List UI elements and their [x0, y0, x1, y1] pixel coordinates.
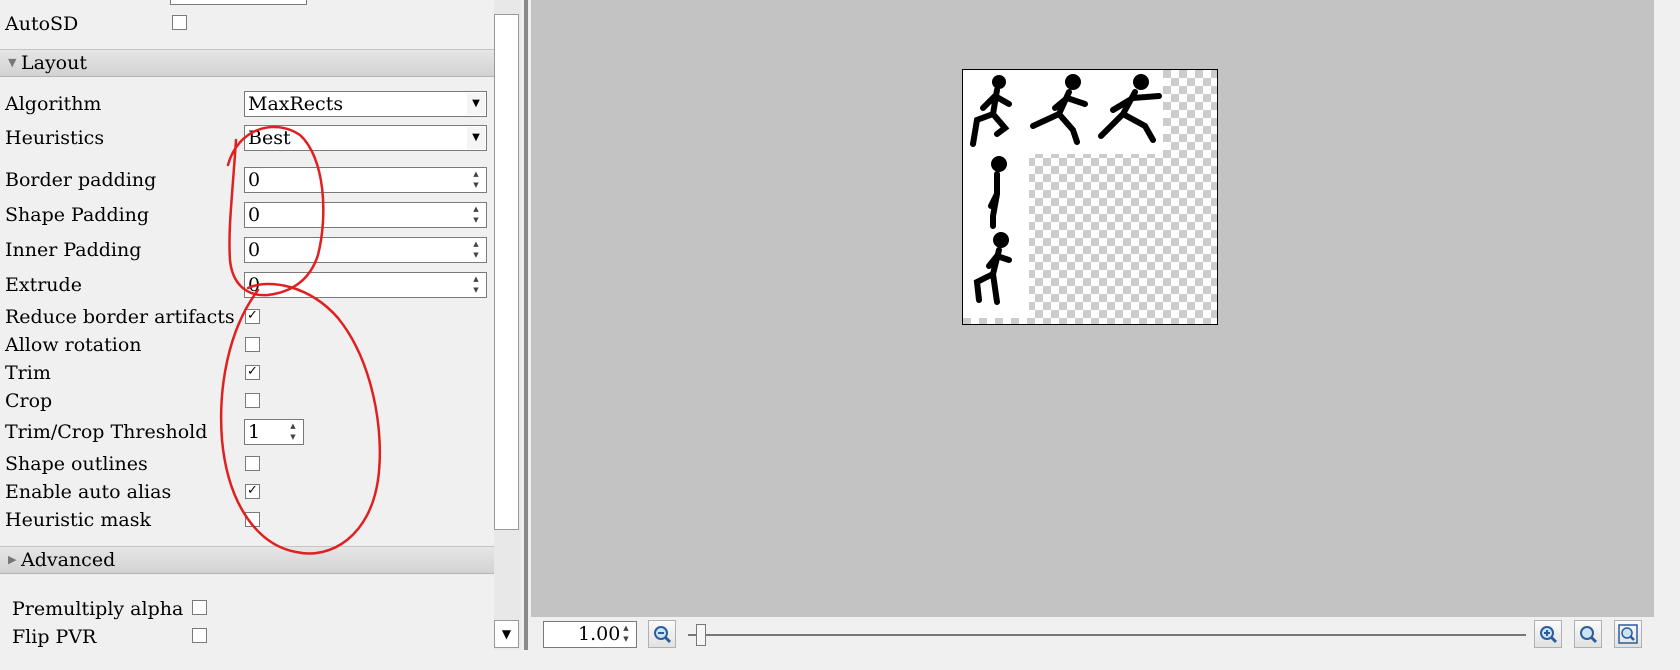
top-clipped-combo[interactable] — [170, 0, 307, 5]
zoom-slider-track — [688, 634, 1526, 636]
spin-arrows-icon[interactable]: ▲ ▼ — [284, 421, 302, 443]
shape-outlines-label: Shape outlines — [5, 453, 148, 475]
heuristics-select[interactable]: Best ▼ — [244, 125, 487, 151]
premultiply-alpha-checkbox[interactable] — [192, 600, 207, 615]
spin-arrows-icon[interactable]: ▲ ▼ — [467, 239, 485, 261]
shape-padding-value: 0 — [248, 204, 261, 226]
preview-canvas[interactable] — [531, 0, 1654, 617]
allow-rotation-checkbox[interactable] — [245, 337, 260, 352]
allow-rotation-label: Allow rotation — [5, 334, 142, 356]
zoom-fit-icon — [1618, 624, 1638, 644]
zoom-out-button[interactable] — [648, 620, 676, 648]
trim-crop-threshold-spinbox[interactable]: 1 ▲ ▼ — [244, 419, 304, 445]
heuristic-mask-checkbox[interactable] — [245, 512, 260, 527]
algorithm-label: Algorithm — [5, 93, 102, 115]
spin-arrows-icon[interactable]: ▲ ▼ — [467, 204, 485, 226]
inner-padding-spinbox[interactable]: 0 ▲ ▼ — [244, 237, 487, 263]
layout-section-title: Layout — [21, 52, 87, 74]
trim-crop-threshold-label: Trim/Crop Threshold — [5, 421, 208, 443]
scrollbar-thumb[interactable] — [494, 14, 519, 530]
heuristic-mask-label: Heuristic mask — [5, 509, 151, 531]
inner-padding-value: 0 — [248, 239, 261, 261]
border-padding-value: 0 — [248, 169, 261, 191]
zoom-slider[interactable] — [688, 620, 1526, 650]
zoom-in-button[interactable] — [1534, 620, 1562, 648]
shape-outlines-checkbox[interactable] — [245, 456, 260, 471]
zoom-spinbox[interactable]: 1.00 ▲ ▼ — [543, 621, 637, 648]
zoom-actual-icon — [1580, 626, 1598, 644]
settings-panel: AutoSD ▼ Layout Algorithm MaxRects ▼ Heu… — [0, 0, 494, 650]
collapsed-arrow-icon: ▶ — [8, 553, 17, 566]
enable-auto-alias-label: Enable auto alias — [5, 481, 172, 503]
zoom-in-icon — [1540, 626, 1558, 644]
algorithm-select[interactable]: MaxRects ▼ — [244, 91, 487, 117]
extrude-label: Extrude — [5, 274, 82, 296]
advanced-section-header[interactable]: ▶ Advanced — [0, 546, 494, 574]
zoom-out-icon — [654, 626, 672, 644]
border-padding-label: Border padding — [5, 169, 157, 191]
shape-padding-spinbox[interactable]: 0 ▲ ▼ — [244, 202, 487, 228]
scroll-down-arrow-icon[interactable]: ▼ — [494, 620, 519, 648]
advanced-section-title: Advanced — [21, 549, 116, 571]
zoom-fit-button[interactable] — [1614, 620, 1642, 648]
flip-pvr-label: Flip PVR — [12, 626, 97, 648]
autosd-checkbox[interactable] — [172, 15, 187, 30]
zoom-value: 1.00 — [578, 623, 621, 645]
expanded-arrow-icon: ▼ — [8, 56, 17, 69]
premultiply-alpha-label: Premultiply alpha — [12, 598, 184, 620]
settings-scrollbar[interactable]: ▼ — [494, 0, 521, 650]
enable-auto-alias-checkbox[interactable]: ✓ — [245, 484, 260, 499]
reduce-border-artifacts-label: Reduce border artifacts — [5, 306, 235, 328]
inner-padding-label: Inner Padding — [5, 239, 142, 261]
crop-checkbox[interactable] — [245, 393, 260, 408]
sprite-sheet[interactable] — [962, 69, 1218, 325]
autosd-label: AutoSD — [5, 13, 79, 35]
splitter[interactable] — [524, 0, 528, 650]
heuristics-label: Heuristics — [5, 127, 105, 149]
trim-checkbox[interactable]: ✓ — [245, 365, 260, 380]
heuristics-value: Best — [248, 127, 291, 149]
zoom-actual-button[interactable] — [1574, 620, 1602, 648]
spin-arrows-icon[interactable]: ▲ ▼ — [467, 274, 485, 296]
flip-pvr-checkbox[interactable] — [192, 628, 207, 643]
spin-arrows-icon[interactable]: ▲ ▼ — [617, 623, 635, 645]
reduce-border-artifacts-checkbox[interactable]: ✓ — [245, 309, 260, 324]
shape-padding-label: Shape Padding — [5, 204, 150, 226]
zoom-slider-thumb[interactable] — [696, 624, 706, 646]
border-padding-spinbox[interactable]: 0 ▲ ▼ — [244, 167, 487, 193]
canvas-right-strip — [1654, 0, 1680, 650]
spin-arrows-icon[interactable]: ▲ ▼ — [467, 169, 485, 191]
chevron-down-icon[interactable]: ▼ — [467, 93, 485, 115]
trim-label: Trim — [5, 362, 51, 384]
extrude-spinbox[interactable]: 0 ▲ ▼ — [244, 272, 487, 298]
algorithm-value: MaxRects — [248, 93, 344, 115]
layout-section-header[interactable]: ▼ Layout — [0, 49, 494, 77]
crop-label: Crop — [5, 390, 53, 412]
trim-crop-threshold-value: 1 — [248, 421, 261, 443]
chevron-down-icon[interactable]: ▼ — [467, 127, 485, 149]
extrude-value: 0 — [248, 274, 261, 296]
sprite-images — [963, 70, 1163, 318]
